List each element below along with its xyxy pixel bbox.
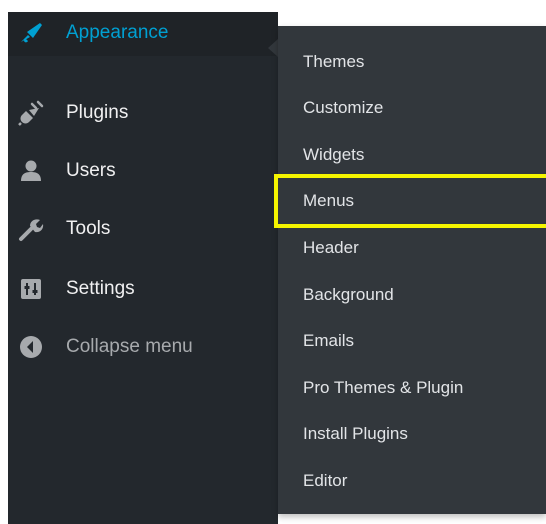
menu-item-label: Settings: [66, 278, 135, 299]
menu-item-label: Plugins: [66, 102, 129, 123]
submenu-item-emails[interactable]: Emails: [278, 319, 546, 365]
menu-item-label: Users: [66, 160, 116, 181]
submenu-item-label: Background: [303, 285, 394, 304]
paintbrush-icon: [21, 23, 42, 43]
submenu-item-label: Menus: [303, 191, 355, 210]
admin-sidebar-menu: Appearance Plugins Users Tools Settings …: [8, 12, 278, 524]
menu-item-label: Tools: [66, 218, 111, 239]
submenu-item-label: Widgets: [303, 145, 365, 164]
menu-item-appearance[interactable]: Appearance: [8, 12, 278, 56]
submenu-item-menus[interactable]: Menus: [278, 179, 546, 225]
menu-item-users[interactable]: Users: [8, 150, 278, 194]
wordpress-admin-screen: Appearance Plugins Users Tools Settings …: [0, 0, 546, 524]
submenu-pointer-arrow: [268, 39, 278, 57]
plugin-icon: [18, 100, 44, 126]
submenu-item-label: Pro Themes & Plugin: [303, 378, 464, 397]
wrench-icon: [19, 219, 44, 241]
page-background: [0, 0, 546, 12]
submenu-item-pro-themes-plugin[interactable]: Pro Themes & Plugin: [278, 366, 546, 412]
submenu-item-background[interactable]: Background: [278, 273, 546, 319]
submenu-item-install-plugins[interactable]: Install Plugins: [278, 412, 546, 458]
user-icon: [21, 160, 41, 181]
menu-item-tools[interactable]: Tools: [8, 208, 278, 252]
submenu-item-label: Customize: [303, 98, 384, 117]
submenu-item-label: Emails: [303, 331, 355, 350]
submenu-item-label: Editor: [303, 471, 348, 490]
submenu-item-themes[interactable]: Themes: [278, 40, 546, 86]
submenu-item-widgets[interactable]: Widgets: [278, 133, 546, 179]
submenu-item-label: Install Plugins: [303, 424, 408, 443]
collapse-menu-button[interactable]: Collapse menu: [8, 326, 278, 370]
menu-item-plugins[interactable]: Plugins: [8, 92, 278, 136]
menu-item-label: Appearance: [66, 22, 169, 43]
submenu-item-header[interactable]: Header: [278, 226, 546, 272]
submenu-item-label: Themes: [303, 52, 365, 71]
appearance-submenu: Themes Customize Widgets Menus Header Ba…: [278, 26, 546, 514]
settings-icon: [21, 279, 41, 299]
menu-item-label: Collapse menu: [66, 336, 193, 357]
menu-item-settings[interactable]: Settings: [8, 268, 278, 312]
submenu-item-customize[interactable]: Customize: [278, 86, 546, 132]
submenu-item-label: Header: [303, 238, 359, 257]
collapse-arrow-icon: [20, 336, 42, 358]
submenu-item-editor[interactable]: Editor: [278, 459, 546, 505]
